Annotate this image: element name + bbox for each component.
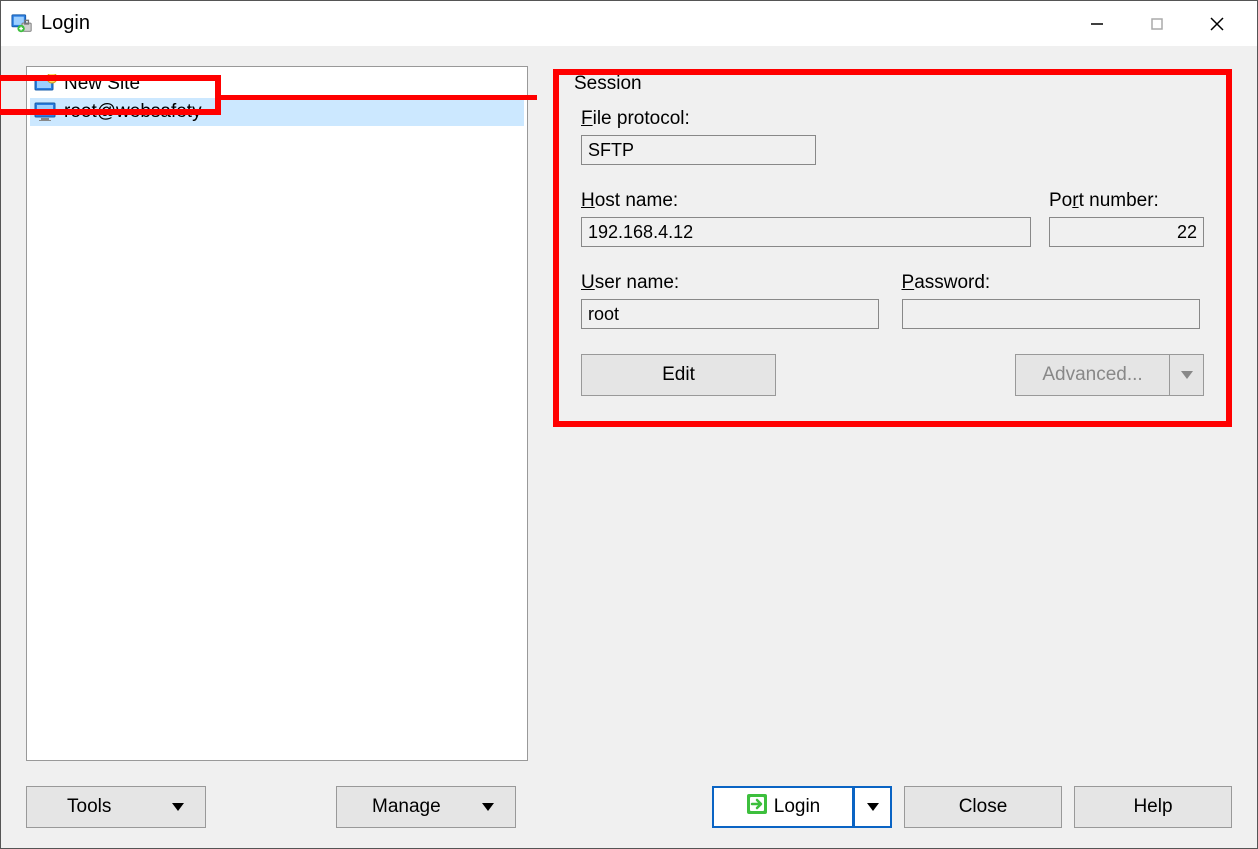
host-group: Host name:	[581, 190, 1031, 247]
session-legend: Session	[574, 73, 642, 95]
login-icon	[746, 793, 768, 821]
site-item-selected[interactable]: root@websafety	[30, 98, 524, 126]
monitor-icon	[34, 102, 58, 122]
port-label: Port number:	[1049, 190, 1204, 212]
advanced-button: Advanced...	[1015, 354, 1170, 396]
login-dialog-window: Login	[0, 0, 1258, 849]
login-split-button: Login	[712, 786, 892, 828]
manage-button[interactable]: Manage	[336, 786, 516, 828]
minimize-button[interactable]	[1067, 1, 1127, 46]
maximize-button	[1127, 1, 1187, 46]
advanced-split-button: Advanced...	[1015, 354, 1204, 396]
advanced-dropdown-arrow[interactable]	[1170, 354, 1204, 396]
login-dropdown-arrow[interactable]	[854, 786, 892, 828]
session-fieldset: Session File protocol: Host name:	[553, 69, 1232, 427]
tools-button[interactable]: Tools	[26, 786, 206, 828]
file-protocol-group: File protocol:	[581, 108, 1204, 165]
main-row: New Site root@websafety	[26, 66, 1232, 768]
help-button[interactable]: Help	[1074, 786, 1232, 828]
selected-site-label: root@websafety	[64, 101, 202, 123]
login-label: Login	[774, 796, 821, 818]
user-input[interactable]	[581, 299, 879, 329]
file-protocol-label: File protocol:	[581, 108, 1204, 130]
app-icon	[11, 13, 33, 35]
titlebar: Login	[1, 1, 1257, 46]
user-label: User name:	[581, 272, 884, 294]
site-item-new[interactable]: New Site	[30, 70, 524, 98]
port-group: Port number:	[1049, 190, 1204, 247]
session-panel: Session File protocol: Host name:	[553, 66, 1232, 768]
close-window-button[interactable]	[1187, 1, 1247, 46]
annotation-connector-line	[221, 95, 537, 100]
edit-button[interactable]: Edit	[581, 354, 776, 396]
window-title: Login	[41, 12, 1067, 35]
bottom-button-row: Tools Manage	[26, 786, 1232, 828]
host-label: Host name:	[581, 190, 1031, 212]
password-group: Password:	[902, 272, 1205, 329]
sites-list[interactable]: New Site root@websafety	[26, 66, 528, 761]
close-button[interactable]: Close	[904, 786, 1062, 828]
new-site-icon	[34, 74, 58, 94]
password-input[interactable]	[902, 299, 1200, 329]
user-group: User name:	[581, 272, 884, 329]
content-area: New Site root@websafety	[1, 46, 1257, 848]
host-input[interactable]	[581, 217, 1031, 247]
file-protocol-select[interactable]	[581, 135, 816, 165]
port-input[interactable]	[1049, 217, 1204, 247]
password-label: Password:	[902, 272, 1205, 294]
new-site-label: New Site	[64, 73, 140, 95]
login-button[interactable]: Login	[712, 786, 854, 828]
